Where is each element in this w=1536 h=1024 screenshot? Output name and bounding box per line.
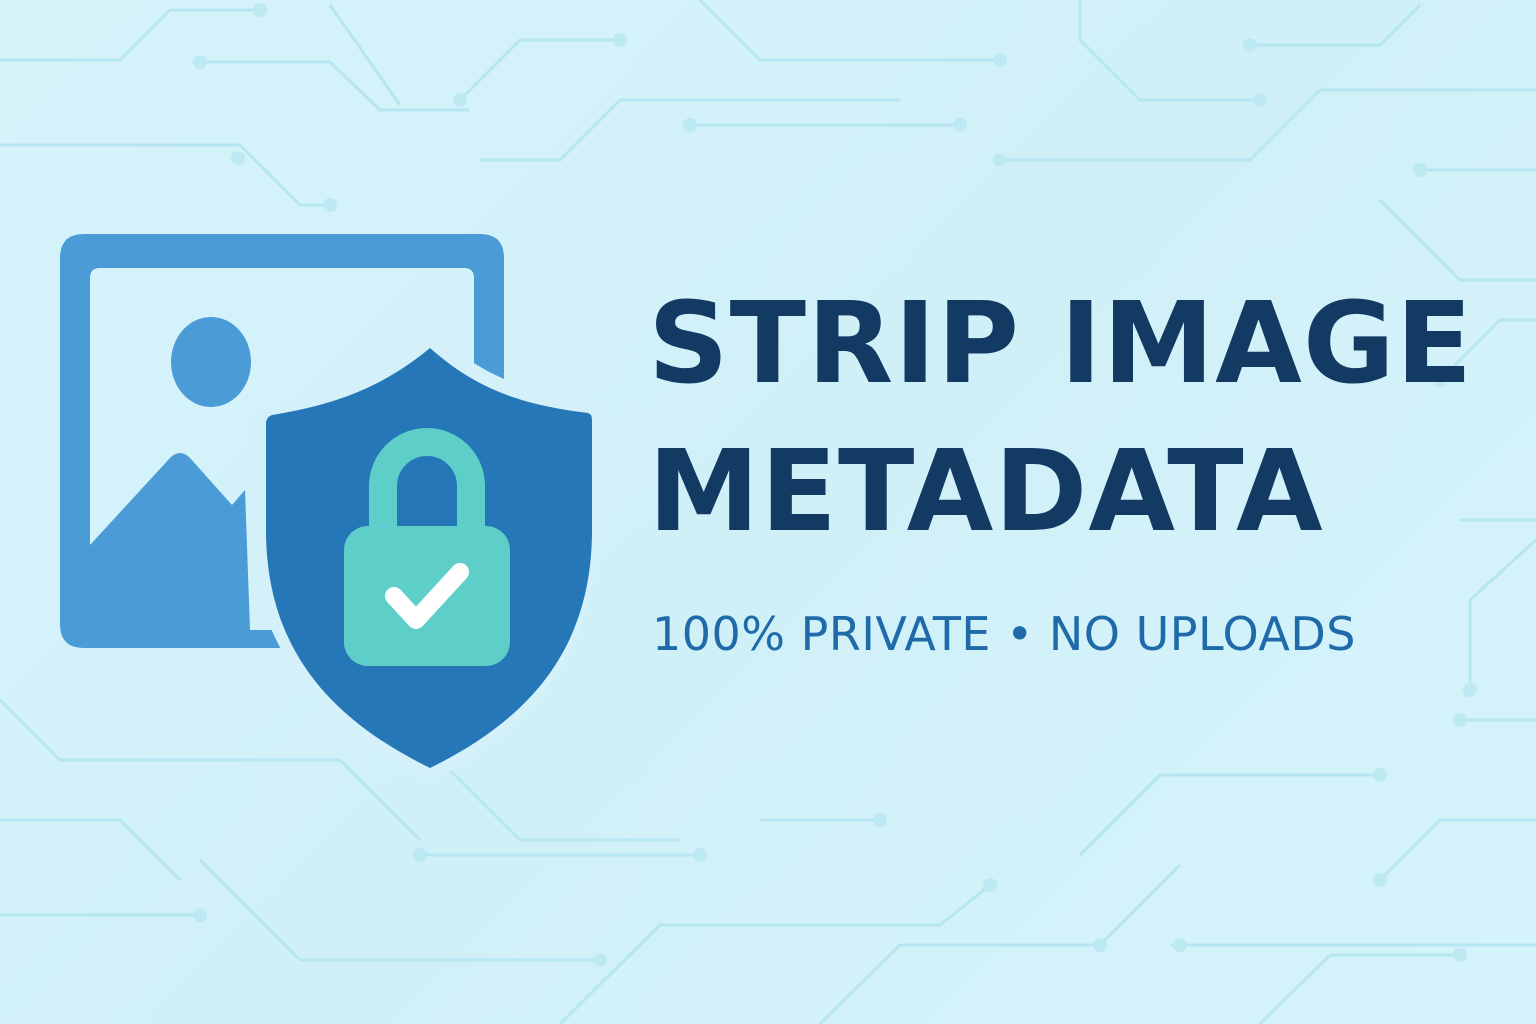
banner-title-line-1: STRIP IMAGE [648, 279, 1474, 409]
privacy-emblem [60, 234, 596, 782]
banner-subtitle: 100% PRIVATE • NO UPLOADS [652, 607, 1356, 661]
banner: STRIP IMAGE METADATA 100% PRIVATE • NO U… [0, 0, 1536, 1024]
banner-title-line-2: METADATA [648, 427, 1324, 557]
banner-title: STRIP IMAGE METADATA [648, 270, 1473, 566]
